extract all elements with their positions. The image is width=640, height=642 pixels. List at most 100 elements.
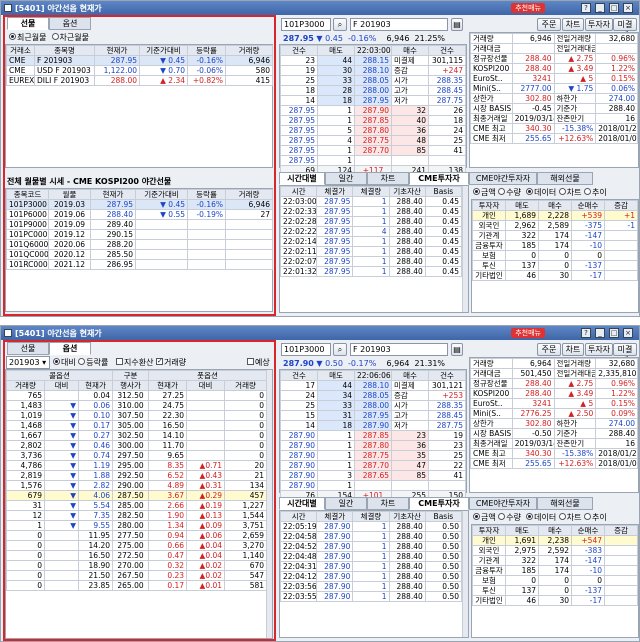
chart-button[interactable]: 차트 bbox=[562, 343, 584, 356]
help-icon[interactable]: ? bbox=[581, 328, 591, 338]
tick-row[interactable]: 22:02:11 287.95 1 288.40 0.45 bbox=[279, 246, 463, 257]
tick-row[interactable]: 22:02:33 287.95 1 288.40 0.45 bbox=[279, 206, 463, 217]
tab-5[interactable]: 해외선물 bbox=[537, 172, 593, 185]
cme-row[interactable]: CME 최저 255.65 +12.63% 2018/01/03 bbox=[470, 458, 638, 469]
cme-row[interactable]: CME 최고 340.30 -15.38% 2018/01/29 bbox=[470, 123, 638, 134]
tab-4[interactable]: CME야간투자자 bbox=[469, 172, 537, 185]
index-row[interactable]: EuroSt.. 3241 ▲ 5 0.15% bbox=[470, 398, 638, 409]
investor-row[interactable]: 개인 1,691 2,238 +547 bbox=[472, 535, 638, 546]
index-row[interactable]: 정규장선물 288.40 ▲ 2.75 0.96% bbox=[470, 378, 638, 389]
radio-trend[interactable] bbox=[584, 513, 592, 520]
tab-3[interactable]: CME투자자 bbox=[409, 172, 469, 185]
index-row[interactable]: Mini(S.. 2776.25 ▲ 2.50 0.09% bbox=[470, 408, 638, 419]
ask-row[interactable]: 25 33 288.00 시가 288.35 bbox=[280, 400, 466, 411]
investor-row[interactable]: 투신 137 0 -137 bbox=[472, 585, 638, 596]
tick-row[interactable]: 287.95 1 bbox=[280, 155, 466, 166]
ask-row[interactable]: 15 31 287.95 고가 288.45 bbox=[280, 410, 466, 421]
tick-row[interactable]: 22:04:48 287.90 1 288.40 0.50 bbox=[279, 551, 463, 562]
limit-row[interactable]: 상한가 302.80 하한가 274.00 bbox=[470, 93, 638, 104]
tick-row[interactable]: 287.95 1 287.90 32 26 bbox=[280, 105, 466, 116]
promo-badge[interactable]: 추천매뉴 bbox=[511, 3, 545, 13]
ask-row[interactable]: 14 18 287.90 저가 287.75 bbox=[280, 420, 466, 431]
info-row[interactable]: 거래량 6,946 전일거래량 32,680 bbox=[470, 33, 638, 44]
limit-row[interactable]: 상한가 302.80 하한가 274.00 bbox=[470, 418, 638, 429]
tick-row[interactable]: 287.90 3 287.65 85 41 bbox=[280, 470, 466, 481]
tick-scrollbar[interactable] bbox=[462, 511, 468, 637]
ask-row[interactable]: 24 34 288.05 증감 +253 bbox=[280, 390, 466, 401]
tab-5[interactable]: 해외선물 bbox=[537, 497, 593, 510]
index-row[interactable]: KOSPI200 288.40 ▲ 3.49 1.22% bbox=[470, 388, 638, 399]
investor-row[interactable]: 기타법인 46 30 -17 bbox=[472, 595, 638, 606]
orderbook-header[interactable]: 건수 매도 22:03:00 매수 건수 bbox=[280, 45, 466, 56]
investor-row[interactable]: 금융투자 185 174 -10 bbox=[472, 565, 638, 576]
investor-row[interactable]: 외국인 2,975 2,592 -383 bbox=[472, 545, 638, 556]
investor-header[interactable]: 투자자 매도 매수 순매수 증감 bbox=[472, 525, 638, 536]
radio-data[interactable] bbox=[526, 513, 534, 520]
tick-row[interactable]: 22:04:31 287.90 1 288.40 0.50 bbox=[279, 561, 463, 572]
investor-button[interactable]: 투자자 bbox=[585, 18, 613, 31]
tab-1[interactable]: 일간 bbox=[325, 497, 367, 510]
memo-icon[interactable]: ▤ bbox=[451, 18, 463, 31]
limit-row[interactable]: 최종거래일 2019/03/14 잔존만기 16 bbox=[470, 438, 638, 449]
memo-icon[interactable]: ▤ bbox=[451, 343, 463, 356]
radio-qty[interactable] bbox=[498, 188, 506, 195]
radio-trend[interactable] bbox=[584, 188, 592, 195]
index-row[interactable]: KOSPI200 288.40 ▲ 3.49 1.22% bbox=[470, 63, 638, 74]
tick-row[interactable]: 22:03:55 287.90 1 288.40 0.50 bbox=[279, 591, 463, 602]
ask-row[interactable]: 17 44 288.10 미결제 301,121 bbox=[280, 380, 466, 391]
tick-header[interactable]: 시간 체결가 체결량 기초자산 Basis bbox=[279, 511, 463, 522]
tick-row[interactable]: 22:04:52 287.90 1 288.40 0.50 bbox=[279, 541, 463, 552]
radio-qty[interactable] bbox=[498, 513, 506, 520]
limit-row[interactable]: 최종거래일 2019/03/14 잔존만기 16 bbox=[470, 113, 638, 124]
tick-scrollbar[interactable] bbox=[462, 186, 468, 312]
tick-row[interactable]: 287.95 1 287.70 85 41 bbox=[280, 145, 466, 156]
promo-badge[interactable]: 추천매뉴 bbox=[511, 328, 545, 338]
tick-row[interactable]: 22:02:07 287.95 1 288.40 0.45 bbox=[279, 256, 463, 267]
tick-row[interactable]: 287.90 1 287.70 47 22 bbox=[280, 460, 466, 471]
order-button[interactable]: 주문 bbox=[537, 343, 561, 356]
ask-row[interactable]: 19 30 288.10 증감 +247 bbox=[280, 65, 466, 76]
search-icon[interactable]: ⌕ bbox=[333, 18, 347, 31]
help-icon[interactable]: ? bbox=[581, 3, 591, 13]
investor-row[interactable]: 개인 1,689 2,228 +539 +1 bbox=[472, 210, 638, 221]
tab-2[interactable]: 차트 bbox=[367, 172, 409, 185]
minimize-icon[interactable]: _ bbox=[595, 328, 605, 338]
tick-row[interactable]: 22:02:28 287.95 1 288.40 0.45 bbox=[279, 216, 463, 227]
tab-1[interactable]: 일간 bbox=[325, 172, 367, 185]
tab-4[interactable]: CME야간투자자 bbox=[469, 497, 537, 510]
radio-chart[interactable] bbox=[558, 188, 566, 195]
name-field[interactable]: F 201903 bbox=[350, 18, 448, 31]
radio-chart[interactable] bbox=[558, 513, 566, 520]
close-icon[interactable]: × bbox=[623, 328, 633, 338]
tab-0[interactable]: 시간대별 bbox=[279, 172, 325, 185]
cme-row[interactable]: CME 최저 255.65 +12.63% 2018/01/03 bbox=[470, 133, 638, 144]
investor-row[interactable]: 금융투자 185 174 -10 bbox=[472, 240, 638, 251]
ask-row[interactable]: 18 28 288.00 고가 288.45 bbox=[280, 85, 466, 96]
minimize-icon[interactable]: _ bbox=[595, 3, 605, 13]
investor-row[interactable]: 보험 0 0 0 bbox=[472, 250, 638, 261]
tick-row[interactable]: 22:03:00 287.95 1 288.40 0.45 bbox=[279, 196, 463, 207]
ask-row[interactable]: 14 18 287.95 저가 287.75 bbox=[280, 95, 466, 106]
investor-header[interactable]: 투자자 매도 매수 순매수 증감 bbox=[472, 200, 638, 211]
tick-row[interactable]: 287.90 1 287.75 35 25 bbox=[280, 450, 466, 461]
index-row[interactable]: 정규장선물 288.40 ▲ 2.75 0.96% bbox=[470, 53, 638, 64]
tick-row[interactable]: 287.90 1 287.85 23 19 bbox=[280, 430, 466, 441]
radio-amount[interactable] bbox=[473, 188, 480, 195]
info-row[interactable]: 거래량 6,964 전일거래량 32,680 bbox=[470, 358, 638, 369]
tick-row[interactable]: 22:01:32 287.95 1 288.40 0.45 bbox=[279, 266, 463, 277]
chart-button[interactable]: 차트 bbox=[562, 18, 584, 31]
investor-row[interactable]: 외국인 2,962 2,589 -375 -1 bbox=[472, 220, 638, 231]
tick-header[interactable]: 시간 체결가 체결량 기초자산 Basis bbox=[279, 186, 463, 197]
radio-data[interactable] bbox=[526, 188, 534, 195]
name-field[interactable]: F 201903 bbox=[350, 343, 448, 356]
tick-row[interactable]: 287.95 5 287.80 36 24 bbox=[280, 125, 466, 136]
limit-row[interactable]: 시장 BASIS -0.50 기준가 288.40 bbox=[470, 428, 638, 439]
tick-row[interactable]: 22:05:19 287.90 1 288.40 0.50 bbox=[279, 521, 463, 532]
tick-row[interactable]: 287.90 1 287.80 36 23 bbox=[280, 440, 466, 451]
tick-row[interactable]: 22:04:12 287.90 1 288.40 0.50 bbox=[279, 571, 463, 582]
cme-row[interactable]: CME 최고 340.30 -15.38% 2018/01/29 bbox=[470, 448, 638, 459]
tab-0[interactable]: 시간대별 bbox=[279, 497, 325, 510]
orderbook-header[interactable]: 건수 매도 22:06:06 매수 건수 bbox=[280, 370, 466, 381]
tick-row[interactable]: 22:02:22 287.95 4 288.40 0.45 bbox=[279, 226, 463, 237]
info-row[interactable]: 거래대금 전일거래대금 bbox=[470, 43, 638, 54]
